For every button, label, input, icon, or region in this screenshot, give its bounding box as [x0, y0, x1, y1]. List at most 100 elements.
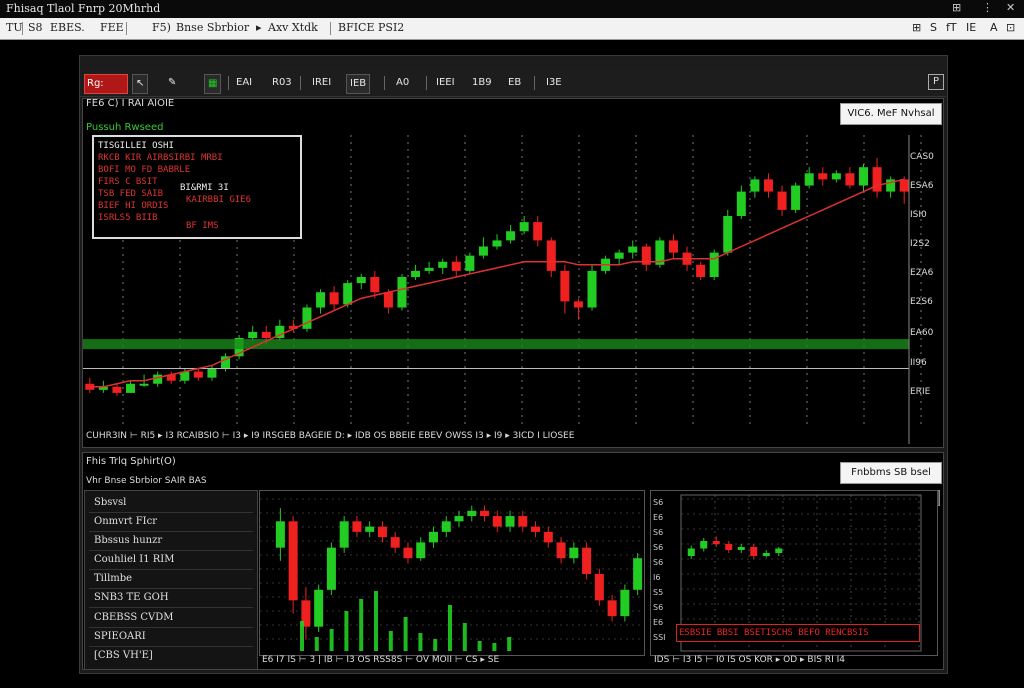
candle-body [478, 246, 488, 256]
toolbar-item-a0[interactable]: A0 [396, 74, 409, 92]
candle-body [872, 167, 882, 192]
sidebar-item[interactable]: SPIEOARI [94, 631, 146, 642]
info-line-right: KAIRBBI GIE6 [186, 195, 252, 205]
y-axis-label: I6 [653, 573, 660, 582]
toolbar-item-irei[interactable]: IREI [312, 74, 331, 92]
sidebar-item[interactable]: Onmvrt FIcr [94, 516, 157, 527]
lower-panel-subtitle: Vhr Bnse Sbrbior SAIR BAS [86, 476, 207, 486]
candle-body [737, 547, 745, 550]
candle-body [441, 521, 451, 532]
draw-tool-icon[interactable]: ✎ [168, 74, 176, 92]
volume-bar [403, 617, 408, 651]
menu-item-bnse-sbrbior[interactable]: Bnse Sbrbior [176, 21, 249, 34]
candle-body [492, 516, 502, 527]
lower-mid-chart[interactable] [259, 490, 645, 656]
sidebar-item[interactable]: Couhliel I1 RIM [94, 554, 174, 565]
sidebar-divider [89, 569, 253, 570]
candle-body [668, 240, 678, 253]
candle-body [424, 267, 434, 271]
sidebar-item[interactable]: [CBS VH'E] [94, 650, 153, 661]
menu-text-icon[interactable]: A [990, 21, 998, 34]
window-close-icon[interactable]: ✕ [1006, 1, 1015, 14]
toolbar-item-i3e[interactable]: I3E [546, 74, 562, 92]
lower-panel-button[interactable]: Fnbbms SB bsel [840, 462, 942, 484]
candle-body [560, 270, 570, 302]
record-button[interactable]: Rg: [84, 74, 128, 94]
sidebar-item[interactable]: SNB3 TE GOH [94, 592, 169, 603]
toolbar-divider [426, 76, 427, 90]
toolbar-divider [534, 76, 535, 90]
menu-item-axv-xtdk[interactable]: Axv Xtdk [268, 21, 318, 34]
candle-body [339, 521, 349, 548]
candle-body [343, 283, 353, 305]
menu-ie-icon[interactable]: IE [966, 21, 976, 34]
toolbar-item-eai[interactable]: EAI [236, 74, 252, 92]
info-line: FIRS C BSIT [98, 177, 158, 187]
toolbar-item-eb[interactable]: EB [508, 74, 521, 92]
y-axis-label: E6 [653, 618, 663, 627]
menu-s-icon[interactable]: S [930, 21, 937, 34]
volume-bar [492, 643, 497, 651]
candle-body [248, 331, 258, 338]
y-axis-label: I2S2 [910, 239, 930, 249]
candle-body [383, 292, 393, 308]
candle-body [403, 547, 413, 559]
sidebar-item[interactable]: Sbsvsl [94, 497, 126, 508]
candle-body [356, 277, 366, 284]
menu-item-fee[interactable]: FEE [100, 21, 124, 34]
menu-item-tu[interactable]: TU [6, 21, 23, 34]
toolbar-item-r03[interactable]: R03 [272, 74, 292, 92]
volume-bar [448, 605, 452, 651]
right-x-axis: IDS ⊢ I3 I5 ⊢ I0 IS OS KOR ▸ OD ▸ BIS RI… [654, 655, 845, 665]
menu-panel-icon[interactable]: ⊡ [1006, 21, 1015, 34]
volume-bar [329, 629, 334, 651]
sidebar-item[interactable]: CBEBSS CVDM [94, 612, 173, 623]
candle-body [736, 191, 746, 216]
candle-body [207, 368, 217, 378]
candle-body [587, 270, 597, 308]
toolbar-item-ieei[interactable]: IEEI [436, 74, 455, 92]
menu-item-f5[interactable]: F5) [152, 21, 171, 34]
window-menu-icon[interactable]: ⋮ [982, 1, 993, 14]
menu-item-s8[interactable]: S8 [28, 21, 43, 34]
sidebar-item[interactable]: Bbssus hunzr [94, 535, 162, 546]
candle-body [700, 541, 708, 549]
candle-body [594, 574, 604, 601]
menu-ft-icon[interactable]: fT [946, 21, 957, 34]
panel-settings-icon[interactable]: P [928, 74, 944, 90]
main-chart-title: FE6 C) I RAI AIOIE [86, 98, 175, 109]
candle-body [750, 547, 758, 556]
candle-body [762, 553, 770, 556]
menu-item-bfice[interactable]: BFICE PSI2 [338, 21, 404, 34]
toolbar-item-ieb[interactable]: IEB [346, 74, 371, 94]
menu-arrow-icon: ▸ [256, 21, 262, 34]
y-axis-label: SSI [653, 633, 666, 642]
toolbar-divider [300, 76, 301, 90]
info-line: TISGILLEI OSHI [98, 141, 174, 151]
y-axis-label: S5 [653, 588, 663, 597]
candle-body [153, 374, 163, 384]
candle-body [377, 526, 387, 538]
grid-tool-icon[interactable]: ▦ [204, 74, 222, 94]
menu-item-ebes[interactable]: EBES. [50, 21, 85, 34]
candle-body [302, 307, 312, 329]
candle-body [712, 541, 720, 544]
candle-body [607, 600, 617, 617]
menu-layout-icon[interactable]: ⊞ [912, 21, 921, 34]
menubar: TU S8 EBES. FEE F5) Bnse Sbrbior ▸ Axv X… [0, 18, 1024, 40]
main-panel-button[interactable]: VIC6. MeF Nvhsal [840, 103, 942, 125]
candle-body [763, 179, 773, 192]
cursor-tool-icon[interactable]: ↖ [132, 74, 149, 94]
info-line-right: BI&RMI 3I [180, 183, 229, 193]
sidebar-divider [89, 531, 253, 532]
y-axis-label: CAS0 [910, 152, 934, 162]
candle-body [492, 240, 502, 247]
volume-bar [314, 637, 319, 651]
y-axis-label: S6 [653, 528, 663, 537]
window-grid-icon[interactable]: ⊞ [952, 1, 961, 14]
y-axis-label: II96 [910, 358, 927, 368]
candle-body [288, 521, 298, 601]
sidebar-item[interactable]: Tillmbe [94, 573, 132, 584]
candle-body [454, 516, 464, 522]
toolbar-item-1b9[interactable]: 1B9 [472, 74, 492, 92]
